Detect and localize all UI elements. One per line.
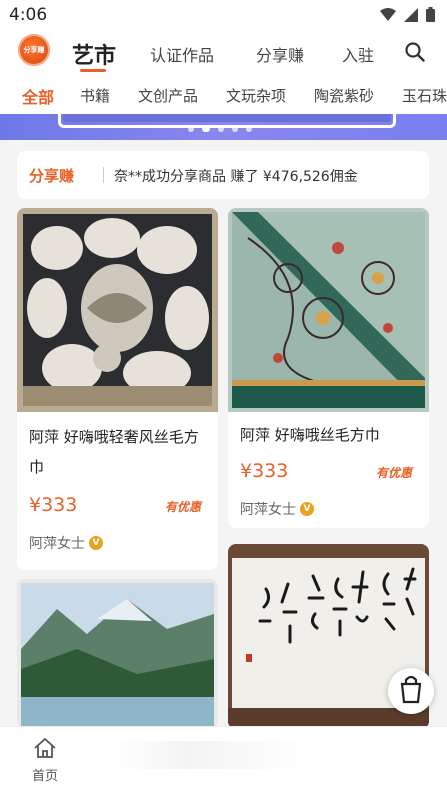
app-logo[interactable]: 分享赚 bbox=[18, 34, 50, 66]
home-icon bbox=[34, 738, 56, 758]
status-icons bbox=[380, 7, 435, 22]
promo-badge: 有优惠 bbox=[165, 500, 202, 514]
product-title: 阿萍 好嗨哦轻奢风丝毛方巾 bbox=[29, 428, 199, 476]
category-cultural-products[interactable]: 文创产品 bbox=[138, 85, 198, 106]
category-ceramics[interactable]: 陶瓷紫砂 bbox=[314, 85, 374, 106]
product-card[interactable] bbox=[17, 579, 218, 729]
tab-yishi[interactable]: 艺市 bbox=[72, 38, 116, 70]
battery-icon bbox=[426, 7, 435, 22]
shopping-bag-icon bbox=[400, 675, 422, 704]
divider bbox=[103, 167, 104, 183]
seller-name: 阿萍女士 bbox=[240, 502, 296, 518]
banner-pagination bbox=[188, 126, 252, 132]
category-curios[interactable]: 文玩杂项 bbox=[226, 85, 286, 106]
promo-badge: 有优惠 bbox=[376, 466, 413, 480]
active-tab-indicator bbox=[80, 69, 106, 72]
share-earn-message: 奈**成功分享商品 赚了 ¥476,526佣金 bbox=[114, 169, 358, 185]
product-image-scarf-green bbox=[228, 208, 429, 412]
seller-name: 阿萍女士 bbox=[29, 536, 85, 552]
product-title: 阿萍 好嗨哦丝毛方巾 bbox=[240, 426, 380, 444]
seller-info[interactable]: 阿萍女士 V bbox=[240, 499, 314, 519]
tab-home-label: 首页 bbox=[31, 769, 58, 784]
pagination-dot bbox=[232, 126, 238, 132]
search-icon[interactable] bbox=[405, 42, 425, 62]
pagination-dot bbox=[246, 126, 252, 132]
product-image-landscape bbox=[17, 579, 218, 729]
wifi-icon bbox=[380, 7, 396, 21]
product-card[interactable]: 阿萍 好嗨哦丝毛方巾 ¥333 有优惠 阿萍女士 V bbox=[228, 208, 429, 528]
product-price: ¥333 bbox=[240, 460, 289, 482]
status-bar: 4:06 bbox=[0, 0, 447, 30]
pagination-dot-active bbox=[202, 126, 210, 132]
category-all[interactable]: 全部 bbox=[22, 84, 54, 108]
product-image-scarf-white bbox=[17, 208, 218, 412]
tab-bar-fade bbox=[110, 741, 310, 769]
verified-badge-icon: V bbox=[300, 502, 314, 516]
logo-text: 分享赚 bbox=[23, 46, 45, 54]
seller-info[interactable]: 阿萍女士 V bbox=[29, 533, 103, 553]
share-earn-ticker[interactable]: 分享赚 奈**成功分享商品 赚了 ¥476,526佣金 bbox=[17, 151, 429, 199]
share-earn-tag: 分享赚 bbox=[29, 167, 75, 185]
status-time: 4:06 bbox=[9, 5, 48, 25]
tab-join[interactable]: 入驻 bbox=[342, 42, 374, 66]
top-nav: 分享赚 艺市 认证作品 分享赚 入驻 bbox=[0, 30, 447, 76]
tab-share-earn[interactable]: 分享赚 bbox=[256, 42, 304, 66]
promo-banner[interactable] bbox=[0, 114, 447, 140]
tab-certified-works[interactable]: 认证作品 bbox=[150, 42, 214, 66]
banner-card-inner bbox=[63, 114, 391, 122]
pagination-dot bbox=[188, 126, 194, 132]
product-price: ¥333 bbox=[29, 494, 78, 516]
signal-icon bbox=[404, 7, 418, 22]
floating-cart-button[interactable] bbox=[388, 668, 434, 714]
category-books[interactable]: 书籍 bbox=[80, 85, 110, 106]
product-card[interactable]: 阿萍 好嗨哦轻奢风丝毛方巾 ¥333 有优惠 阿萍女士 V bbox=[17, 208, 218, 570]
verified-badge-icon: V bbox=[89, 536, 103, 550]
pagination-dot bbox=[218, 126, 224, 132]
category-bar: 全部 书籍 文创产品 文玩杂项 陶瓷紫砂 玉石珠宝 bbox=[0, 76, 447, 114]
bottom-tab-bar: 首页 bbox=[0, 726, 447, 794]
category-jade[interactable]: 玉石珠宝 bbox=[402, 85, 447, 106]
tab-home[interactable]: 首页 bbox=[22, 737, 68, 784]
